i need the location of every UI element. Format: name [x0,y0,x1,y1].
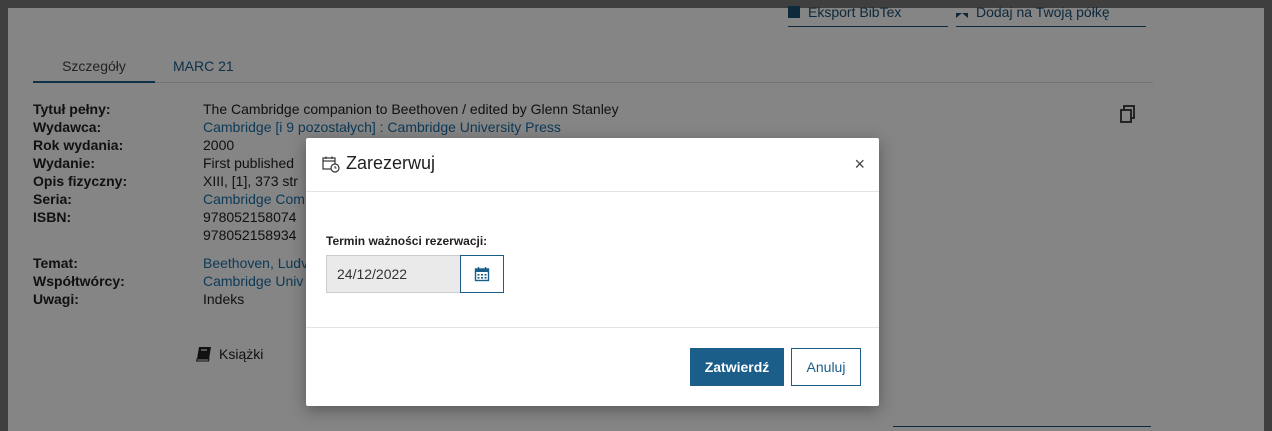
confirm-button[interactable]: Zatwierdź [690,348,784,386]
dialog-header: Zarezerwuj × [306,138,879,192]
dialog-title-text: Zarezerwuj [346,153,436,173]
dialog-body: Termin ważności rezerwacji: [306,192,879,328]
close-icon[interactable]: × [854,154,865,175]
calendar-icon [474,267,490,282]
expiry-date-label: Termin ważności rezerwacji: [326,234,488,248]
cancel-button[interactable]: Anuluj [791,348,861,386]
reserve-dialog: Zarezerwuj × Termin ważności rezerwacji:… [306,138,879,406]
dialog-title: Zarezerwuj [322,153,435,174]
calendar-clock-icon [322,156,340,173]
calendar-button[interactable] [460,255,504,293]
expiry-date-field[interactable] [326,255,460,293]
